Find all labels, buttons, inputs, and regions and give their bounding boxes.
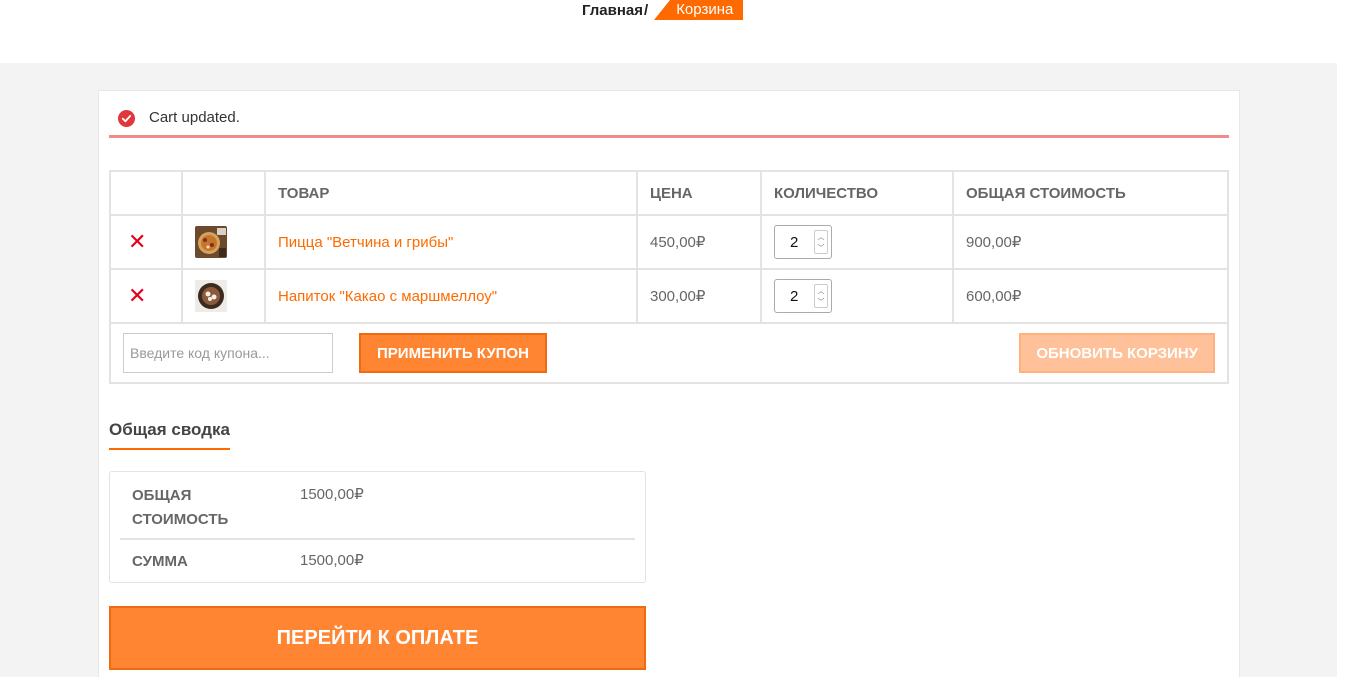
column-header-quantity: Количество <box>760 170 954 216</box>
update-cart-button[interactable]: Обновить корзину <box>1019 333 1215 373</box>
breadcrumb-arrow-decoration <box>654 0 671 20</box>
product-name-link[interactable]: Пицца "Ветчина и грибы" <box>278 234 453 251</box>
subtotal-label: Общая стоимость <box>132 487 229 528</box>
quantity-value: 2 <box>790 233 799 251</box>
breadcrumb-current-label: Корзина <box>670 0 744 20</box>
quantity-spinner-icon[interactable]: ︿ ﹀ <box>814 284 828 308</box>
product-price: 300,00₽ <box>636 268 762 324</box>
product-price: 450,00₽ <box>636 214 762 270</box>
quantity-stepper[interactable]: 2 ︿ ﹀ <box>774 225 832 259</box>
breadcrumb-separator: / <box>644 1 649 19</box>
cart-table-header: Товар Цена Количество Общая стоимость <box>109 170 1229 216</box>
quantity-stepper[interactable]: 2 ︿ ﹀ <box>774 279 832 313</box>
proceed-to-checkout-button[interactable]: Перейти к оплате <box>109 606 646 670</box>
totals-subtotal-row: Общая стоимость 1500,00₽ <box>120 472 635 540</box>
cart-actions-row: Применить купон Обновить корзину <box>109 322 1229 384</box>
total-label: Сумма <box>132 553 188 570</box>
product-name-link[interactable]: Напиток "Какао с маршмеллоу" <box>278 288 497 305</box>
cart-totals-title: Общая сводка <box>109 420 230 450</box>
breadcrumb-home-link[interactable]: Главная <box>582 2 643 19</box>
check-circle-icon <box>118 110 135 127</box>
column-header-remove <box>109 170 183 216</box>
notice-message: Cart updated. <box>149 109 240 126</box>
coupon-code-input[interactable] <box>123 333 333 373</box>
column-header-price: Цена <box>636 170 762 216</box>
table-row: ✕ Напиток "Какао с маршмеллоу" 300,00₽ 2… <box>109 268 1229 324</box>
subtotal-value: 1500,00₽ <box>300 486 364 503</box>
cocoa-thumbnail[interactable] <box>195 280 227 312</box>
remove-item-icon[interactable]: ✕ <box>123 284 146 306</box>
quantity-spinner-icon[interactable]: ︿ ﹀ <box>814 230 828 254</box>
column-header-thumbnail <box>181 170 266 216</box>
product-subtotal: 900,00₽ <box>952 214 1229 270</box>
pizza-thumbnail[interactable] <box>195 226 227 258</box>
product-subtotal: 600,00₽ <box>952 268 1229 324</box>
breadcrumb-current: Корзина <box>654 0 744 20</box>
cart-table: Товар Цена Количество Общая стоимость ✕ <box>109 170 1229 384</box>
column-header-product: Товар <box>264 170 638 216</box>
cart-updated-notice: Cart updated. <box>109 108 1229 138</box>
cart-totals-box: Общая стоимость 1500,00₽ Сумма 1500,00₽ <box>109 471 646 583</box>
breadcrumb: Главная / Корзина <box>582 0 744 20</box>
column-header-subtotal: Общая стоимость <box>952 170 1229 216</box>
table-row: ✕ Пицца "Ветчина и грибы" 450,00₽ 2 ︿ ﹀ … <box>109 214 1229 270</box>
totals-total-row: Сумма 1500,00₽ <box>120 540 635 574</box>
total-value: 1500,00₽ <box>300 552 364 569</box>
apply-coupon-button[interactable]: Применить купон <box>359 333 547 373</box>
quantity-value: 2 <box>790 287 799 305</box>
remove-item-icon[interactable]: ✕ <box>123 230 146 252</box>
